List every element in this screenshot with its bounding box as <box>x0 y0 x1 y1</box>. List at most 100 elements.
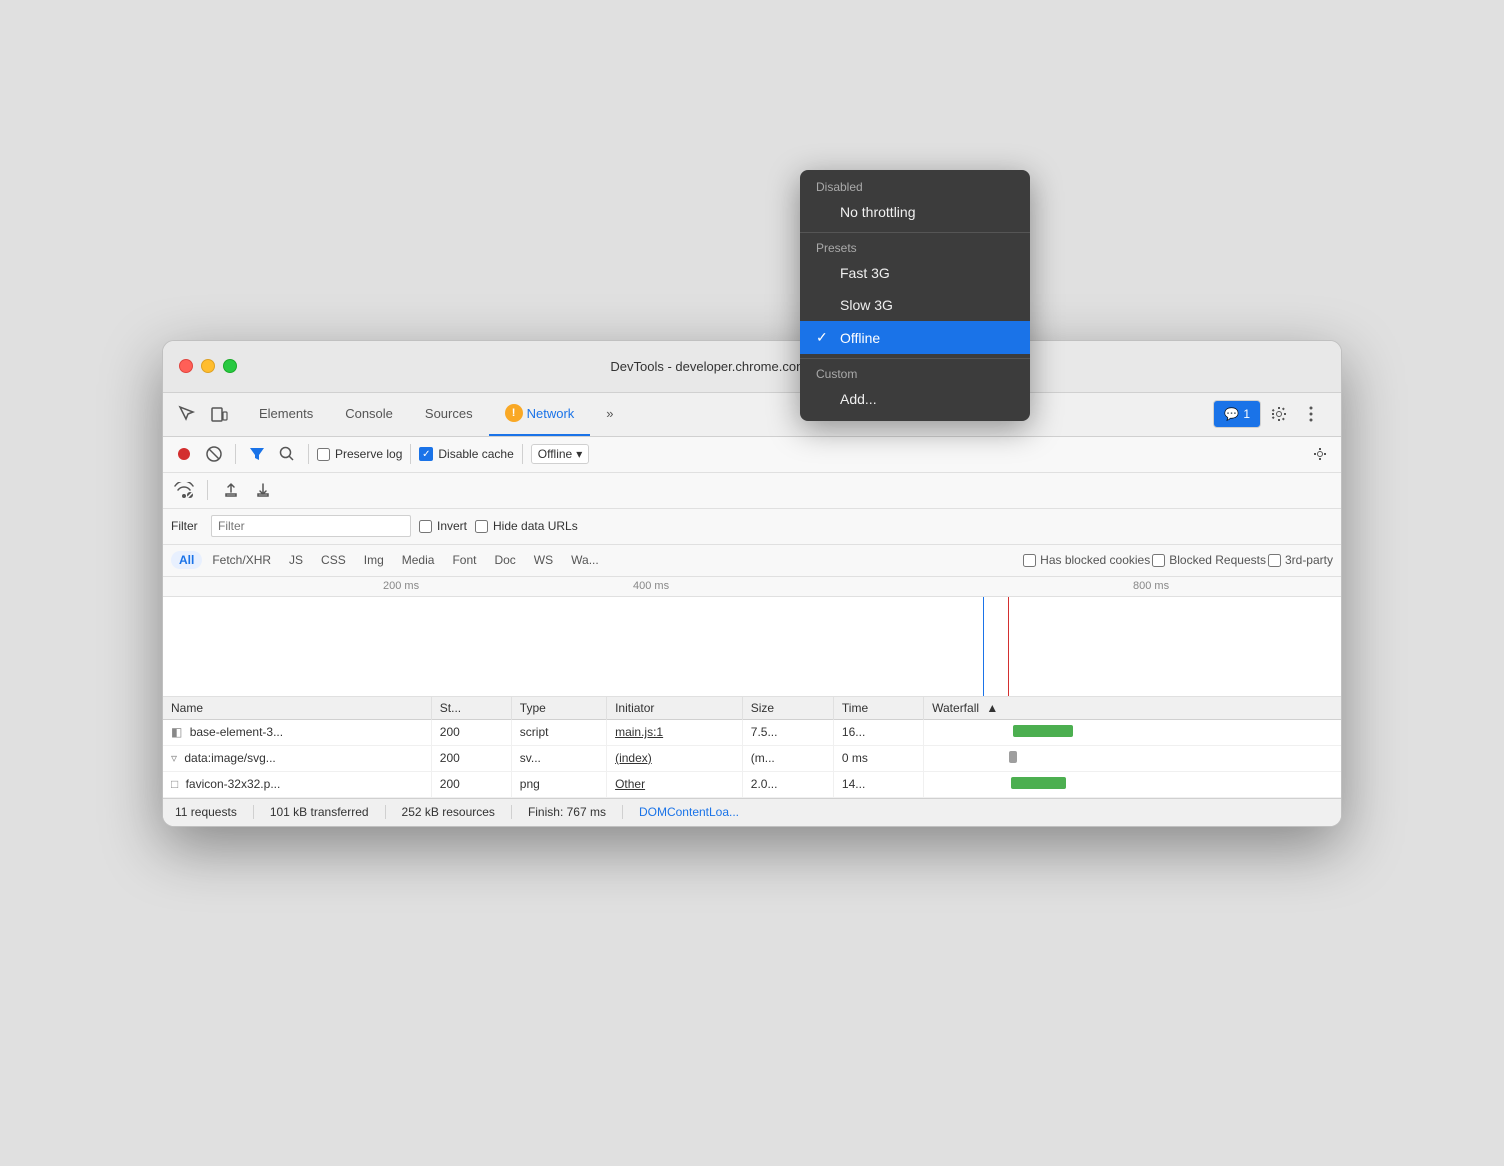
clear-button[interactable] <box>201 441 227 467</box>
col-name[interactable]: Name <box>163 697 431 720</box>
wifi-settings-button[interactable] <box>171 477 197 503</box>
tabs-list: Elements Console Sources ! Network » <box>243 393 1213 436</box>
cell-type-1: sv... <box>511 745 606 771</box>
status-bar: 11 requests 101 kB transferred 252 kB re… <box>163 798 1341 826</box>
cell-type-2: png <box>511 771 606 797</box>
issues-count: 1 <box>1243 407 1250 421</box>
col-initiator[interactable]: Initiator <box>607 697 743 720</box>
cell-status-2: 200 <box>431 771 511 797</box>
divider2 <box>308 444 309 464</box>
download-button[interactable] <box>250 477 276 503</box>
inspect-element-icon[interactable] <box>171 398 203 430</box>
disable-cache-checked: ✓ <box>419 447 433 461</box>
tab-more[interactable]: » <box>590 393 629 436</box>
invert-label[interactable]: Invert <box>419 519 467 533</box>
table-row[interactable]: ◧ base-element-3... 200 script main.js:1… <box>163 719 1341 745</box>
col-time[interactable]: Time <box>833 697 923 720</box>
col-type[interactable]: Type <box>511 697 606 720</box>
filter-tab-css[interactable]: CSS <box>313 551 354 569</box>
tab-network[interactable]: ! Network <box>489 393 591 436</box>
divider3 <box>410 444 411 464</box>
cell-name-1: ▿ data:image/svg... <box>163 745 431 771</box>
device-toolbar-icon[interactable] <box>203 398 235 430</box>
menu-separator-1 <box>800 358 1030 359</box>
issues-badge[interactable]: 💬 1 <box>1213 400 1261 428</box>
filter-tab-fetch-xhr[interactable]: Fetch/XHR <box>204 551 279 569</box>
cell-waterfall-1 <box>924 745 1341 771</box>
blocked-requests-checkbox[interactable] <box>1152 554 1165 567</box>
disable-cache-label[interactable]: ✓ Disable cache <box>419 447 513 461</box>
invert-checkbox[interactable] <box>419 520 432 533</box>
menu-item-label-add: Add... <box>840 391 1014 407</box>
has-blocked-cookies-label[interactable]: Has blocked cookies <box>1023 553 1150 567</box>
cell-waterfall-2 <box>924 771 1341 797</box>
requests-count: 11 requests <box>175 805 237 819</box>
network-settings-button[interactable] <box>1307 441 1333 467</box>
hide-data-urls-checkbox[interactable] <box>475 520 488 533</box>
filter-tab-font[interactable]: Font <box>444 551 484 569</box>
settings-button[interactable] <box>1265 400 1293 428</box>
has-blocked-cookies-checkbox[interactable] <box>1023 554 1036 567</box>
preserve-log-checkbox[interactable] <box>317 448 330 461</box>
timeline-graph[interactable] <box>163 597 1341 697</box>
minimize-button[interactable] <box>201 359 215 373</box>
blocked-requests-label[interactable]: Blocked Requests <box>1152 553 1266 567</box>
tab-console[interactable]: Console <box>329 393 409 436</box>
upload-button[interactable] <box>218 477 244 503</box>
tick-800ms: 800 ms <box>1133 580 1169 592</box>
col-size[interactable]: Size <box>742 697 833 720</box>
dom-content-loaded-link[interactable]: DOMContentLoa... <box>639 805 739 819</box>
filter-tab-js[interactable]: JS <box>281 551 311 569</box>
cell-status-1: 200 <box>431 745 511 771</box>
tabs-right: 💬 1 <box>1213 400 1333 428</box>
throttle-dropdown-menu: Disabled No throttling Presets Fast 3G S… <box>800 340 1030 422</box>
menu-item-label-offline: Offline <box>840 340 1014 346</box>
tab-sources[interactable]: Sources <box>409 393 489 436</box>
timeline-area: 200 ms 400 ms 800 ms <box>163 577 1341 697</box>
col-waterfall[interactable]: Waterfall ▲ <box>924 697 1341 720</box>
cell-type-0: script <box>511 719 606 745</box>
maximize-button[interactable] <box>223 359 237 373</box>
table-row[interactable]: ▿ data:image/svg... 200 sv... (index) (m… <box>163 745 1341 771</box>
tab-elements[interactable]: Elements <box>243 393 329 436</box>
filter-button[interactable] <box>244 441 270 467</box>
record-button[interactable] <box>171 441 197 467</box>
menu-item-offline[interactable]: ✓ Offline <box>800 340 1030 355</box>
tabs-bar: Elements Console Sources ! Network » <box>163 393 1341 437</box>
title-bar: DevTools - developer.chrome.com/docs/dev… <box>163 341 1341 393</box>
filter-tab-media[interactable]: Media <box>394 551 443 569</box>
search-button[interactable] <box>274 441 300 467</box>
toolbar-row1: Preserve log ✓ Disable cache Offline ▾ <box>163 437 1341 473</box>
filter-input[interactable] <box>211 515 411 537</box>
divider5 <box>207 480 208 500</box>
cell-time-2: 14... <box>833 771 923 797</box>
network-table: Name St... Type Initiator Size <box>163 697 1341 798</box>
cell-size-1: (m... <box>742 745 833 771</box>
toolbar-row2 <box>163 473 1341 509</box>
row-icon-0: ◧ <box>171 725 182 739</box>
row-icon-1: ▿ <box>171 751 177 765</box>
window-title: DevTools - developer.chrome.com/docs/dev… <box>179 359 1325 374</box>
throttle-dropdown[interactable]: Offline ▾ <box>531 444 590 464</box>
third-party-checkbox[interactable] <box>1268 554 1281 567</box>
more-options-button[interactable] <box>1297 400 1325 428</box>
issues-icon: 💬 <box>1224 407 1239 421</box>
finish-time: Finish: 767 ms <box>528 805 606 819</box>
col-status[interactable]: St... <box>431 697 511 720</box>
table-row[interactable]: □ favicon-32x32.p... 200 png Other 2.0..… <box>163 771 1341 797</box>
timeline-ruler: 200 ms 400 ms 800 ms <box>163 577 1341 597</box>
menu-item-add[interactable]: Add... <box>800 383 1030 415</box>
status-divider2 <box>385 805 386 819</box>
hide-data-urls-label[interactable]: Hide data URLs <box>475 519 578 533</box>
divider4 <box>522 444 523 464</box>
filter-tab-doc[interactable]: Doc <box>486 551 523 569</box>
close-button[interactable] <box>179 359 193 373</box>
filter-tab-ws[interactable]: WS <box>526 551 561 569</box>
menu-section-2: Custom <box>800 363 1030 383</box>
traffic-lights <box>179 359 237 373</box>
preserve-log-label[interactable]: Preserve log <box>317 447 402 461</box>
filter-tab-wasm[interactable]: Wa... <box>563 551 607 569</box>
third-party-label[interactable]: 3rd-party <box>1268 553 1333 567</box>
filter-tab-img[interactable]: Img <box>356 551 392 569</box>
filter-tab-all[interactable]: All <box>171 551 202 569</box>
